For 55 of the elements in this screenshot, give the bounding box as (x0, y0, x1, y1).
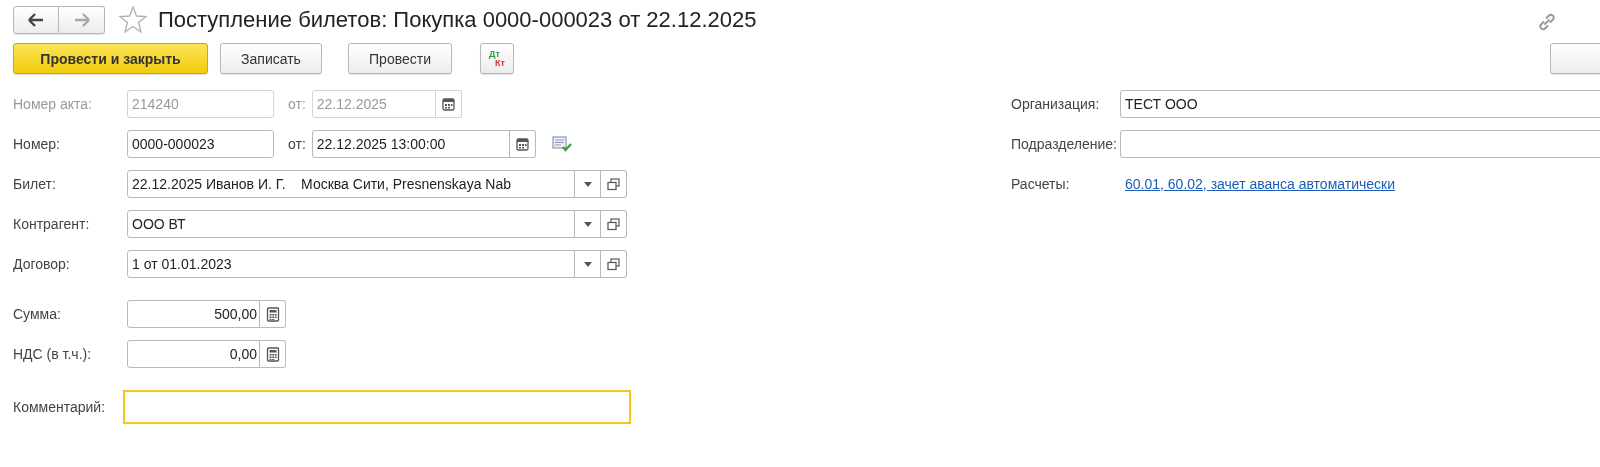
amount-field[interactable]: 500,00 (127, 300, 260, 328)
dropdown-button[interactable] (575, 250, 601, 278)
field-label: Подразделение: (1011, 136, 1118, 152)
caret-icon (583, 221, 592, 227)
open-window-icon (607, 217, 620, 231)
amount-field[interactable]: 0,00 (127, 340, 260, 368)
post-and-close-button[interactable]: Провести и закрыть (13, 43, 208, 74)
back-arrow-icon (27, 13, 45, 27)
calculator-button[interactable] (260, 300, 286, 328)
field-label: Расчеты: (1011, 176, 1071, 192)
date-field[interactable]: 22.12.2025 13:00:00 (311, 130, 510, 158)
field-label: Номер: (13, 136, 61, 152)
field-label: Организация: (1011, 96, 1101, 112)
field-label: от: (288, 96, 306, 112)
link-icon[interactable] (1536, 11, 1558, 33)
open-window-icon (607, 177, 620, 191)
debit-credit-button[interactable]: Дт Кт (480, 43, 514, 74)
document-check-icon[interactable] (551, 136, 572, 152)
number-field[interactable]: 0000-000023 (127, 130, 274, 158)
calendar-icon (515, 137, 529, 151)
settlements-link[interactable]: 60.01, 60.02, зачет аванса автоматически (1125, 176, 1396, 192)
open-button[interactable] (601, 250, 627, 278)
calculator-icon (265, 306, 280, 322)
calculator-button[interactable] (260, 340, 286, 368)
open-button[interactable] (601, 210, 627, 238)
text-field[interactable]: ТЕСТ ООО (1120, 90, 1600, 118)
field-label: Комментарий: (13, 399, 107, 415)
star-icon[interactable] (118, 5, 148, 35)
calendar-button[interactable] (435, 90, 462, 118)
field-label: Договор: (13, 256, 71, 272)
caret-icon (583, 261, 592, 267)
field-label: НДС (в т.ч.): (13, 346, 93, 362)
comment-field[interactable] (123, 390, 631, 424)
calculator-icon (265, 346, 280, 362)
caret-icon (583, 181, 592, 187)
open-window-icon (607, 257, 620, 271)
select-field[interactable]: ООО ВТ (127, 210, 575, 238)
toolbar-button[interactable]: Записать (220, 43, 322, 74)
dropdown-button[interactable] (575, 210, 601, 238)
calendar-icon (441, 97, 455, 111)
dropdown-button[interactable] (575, 170, 601, 198)
forward-arrow-icon (72, 13, 91, 27)
calendar-button[interactable] (509, 130, 536, 158)
field-label: Билет: (13, 176, 57, 192)
field-label: Сумма: (13, 306, 62, 322)
field-label: Контрагент: (13, 216, 91, 232)
toolbar-button[interactable]: Провести (348, 43, 452, 74)
back-button[interactable] (13, 6, 59, 34)
field-label: Номер акта: (13, 96, 93, 112)
window-title: Поступление билетов: Покупка 0000-000023 от 22.12.2025 (158, 7, 757, 33)
open-button[interactable] (601, 170, 627, 198)
select-field[interactable]: 1 от 01.01.2023 (127, 250, 575, 278)
select-field[interactable]: 22.12.2025 Иванов И. Г. Москва Сити, Presnenskaya Nab (127, 170, 575, 198)
field-label: от: (288, 136, 306, 152)
text-field[interactable] (1120, 130, 1600, 158)
